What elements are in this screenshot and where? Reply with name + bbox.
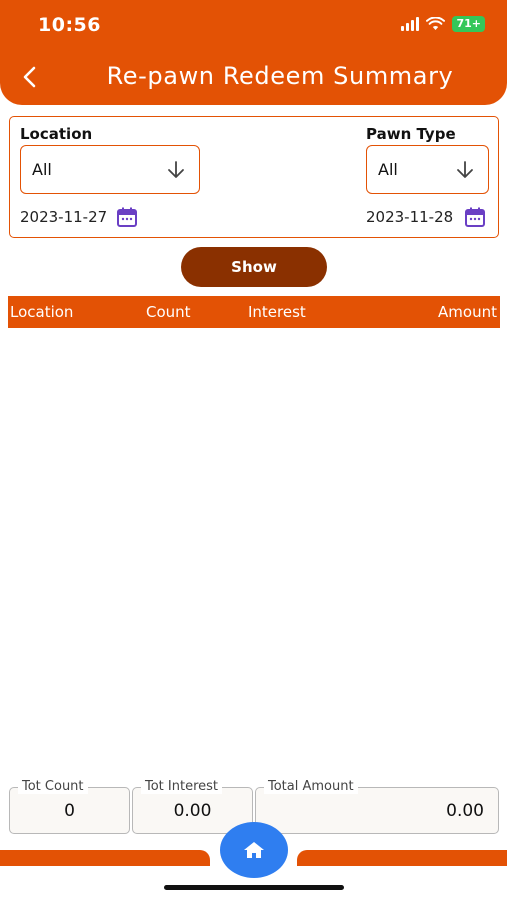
pawn-type-selected-value: All	[378, 160, 398, 179]
location-label: Location	[20, 125, 93, 143]
battery-indicator: 71+	[452, 16, 485, 32]
column-header-interest: Interest	[248, 303, 306, 321]
chevron-left-icon	[23, 66, 36, 88]
signal-icon	[401, 17, 420, 31]
status-icons: 71+	[401, 16, 485, 32]
total-interest-value: 0.00	[173, 801, 212, 821]
filter-panel: Location All Pawn Type All 2023-11-27 20…	[9, 116, 499, 238]
total-interest-label: Tot Interest	[141, 779, 223, 794]
location-dropdown[interactable]: All	[20, 145, 200, 194]
bottom-bar-right	[297, 850, 507, 866]
home-button[interactable]	[220, 822, 288, 878]
show-button[interactable]: Show	[181, 247, 327, 287]
home-icon	[244, 842, 264, 858]
app-header: 10:56 71+ Re-pawn Redeem Summary	[0, 0, 507, 105]
calendar-icon[interactable]	[116, 206, 138, 228]
column-header-location: Location	[10, 303, 74, 321]
total-count-value: 0	[64, 801, 75, 821]
bottom-bar-left	[0, 850, 210, 866]
wifi-icon	[426, 17, 446, 30]
table-body	[8, 328, 500, 768]
pawn-type-label: Pawn Type	[366, 125, 456, 143]
total-amount-field: Total Amount 0.00	[255, 779, 499, 834]
from-date[interactable]: 2023-11-27	[20, 208, 107, 226]
pawn-type-dropdown[interactable]: All	[366, 145, 489, 194]
table-header: Location Count Interest Amount	[8, 296, 500, 328]
page-title: Re-pawn Redeem Summary	[106, 62, 454, 90]
status-bar: 10:56 71+	[0, 0, 507, 50]
to-date[interactable]: 2023-11-28	[366, 208, 453, 226]
status-time: 10:56	[38, 14, 101, 36]
column-header-amount: Amount	[438, 303, 497, 321]
calendar-icon[interactable]	[464, 206, 486, 228]
location-selected-value: All	[32, 160, 52, 179]
arrow-down-icon	[457, 161, 473, 178]
total-count-field: Tot Count 0	[9, 779, 130, 834]
total-amount-value: 0.00	[446, 801, 484, 821]
back-button[interactable]	[16, 62, 44, 92]
total-count-label: Tot Count	[18, 779, 88, 794]
total-amount-label: Total Amount	[264, 779, 358, 794]
arrow-down-icon	[168, 161, 184, 178]
home-indicator	[164, 885, 344, 890]
column-header-count: Count	[146, 303, 191, 321]
